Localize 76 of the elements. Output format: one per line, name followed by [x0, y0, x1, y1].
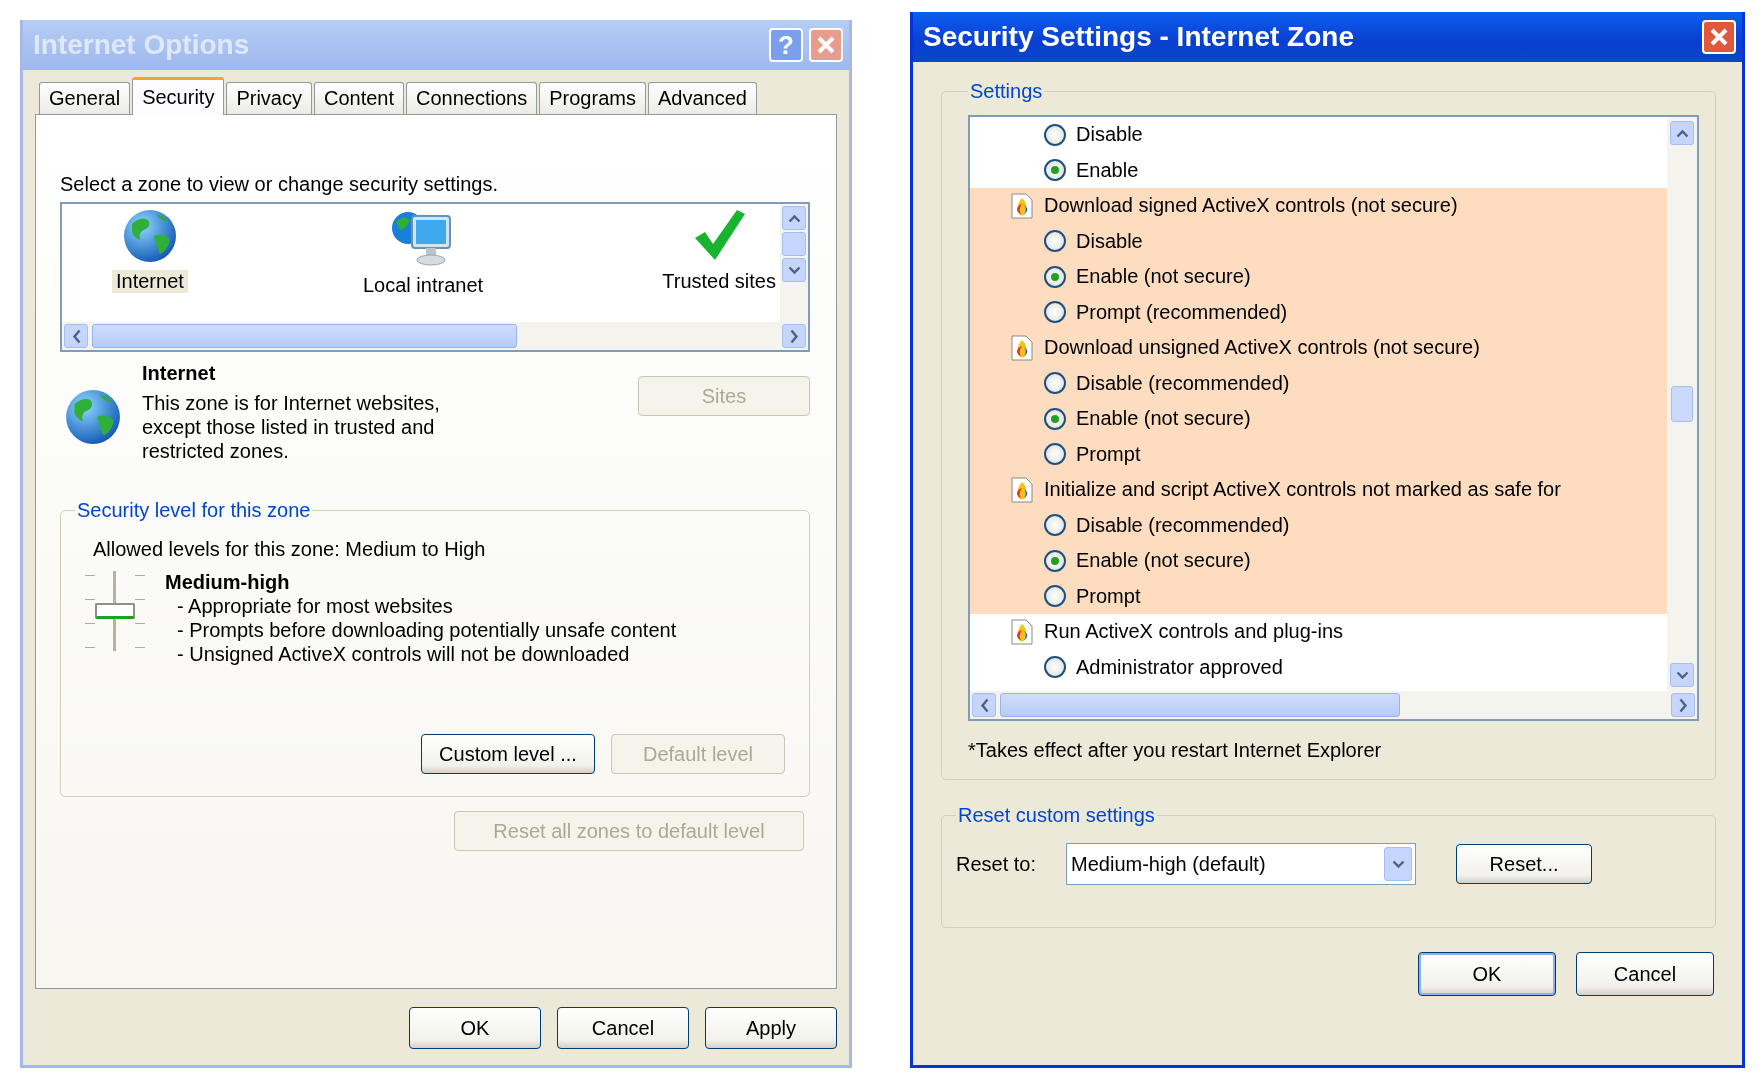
window-title: Internet Options	[33, 29, 251, 61]
scroll-up-button[interactable]	[782, 206, 806, 230]
option-label[interactable]: Enable (not secure)	[1076, 265, 1251, 289]
option-label[interactable]: Prompt	[1076, 442, 1141, 466]
scroll-left-button[interactable]	[64, 324, 88, 348]
scrollbar-thumb[interactable]	[782, 232, 806, 256]
chevron-down-icon	[1675, 670, 1689, 680]
reset-dropdown[interactable]: Medium-high (default)	[1066, 843, 1417, 885]
option-label[interactable]: Disable	[1076, 229, 1143, 253]
ok-button[interactable]: OK	[1418, 952, 1556, 996]
radio-button[interactable]	[1044, 123, 1066, 146]
chevron-down-icon	[787, 265, 801, 275]
scroll-down-button[interactable]	[782, 258, 806, 282]
chevron-down-icon	[1391, 859, 1405, 869]
zone-item[interactable]: Local intranet	[359, 274, 488, 297]
option-label[interactable]: Enable (not secure)	[1076, 407, 1251, 431]
chevron-right-icon	[789, 328, 799, 344]
option-label[interactable]: Enable (not secure)	[1076, 549, 1251, 573]
slider-thumb[interactable]	[95, 603, 135, 619]
scroll-up-button[interactable]	[1670, 121, 1694, 145]
radio-button[interactable]	[1044, 514, 1066, 537]
scroll-down-button[interactable]	[1670, 663, 1694, 687]
close-button[interactable]	[1702, 20, 1736, 54]
setting-heading: Initialize and script ActiveX controls not marked as safe for	[1044, 478, 1561, 502]
option-label[interactable]: Prompt	[1076, 584, 1141, 608]
chevron-up-icon	[787, 213, 801, 223]
close-icon	[1709, 27, 1729, 47]
radio-button[interactable]	[1044, 443, 1066, 466]
zone-description: This zone is for Internet websites, except those listed in trusted and restricted zones.	[142, 391, 441, 463]
globe-icon	[64, 388, 122, 446]
setting-heading: Download unsigned ActiveX controls (not secure)	[1044, 336, 1480, 360]
chevron-left-icon	[979, 697, 989, 713]
scroll-left-button[interactable]	[972, 693, 996, 717]
radio-button[interactable]	[1044, 549, 1066, 572]
security-slider[interactable]	[85, 571, 145, 651]
level-description: - Appropriate for most websites	[177, 594, 454, 618]
radio-button[interactable]	[1044, 265, 1066, 288]
allowed-levels-text: Allowed levels for this zone: Medium to High	[93, 538, 487, 561]
level-description: - Prompts before downloading potentially unsafe content	[177, 618, 677, 642]
reset-label: Reset to:	[956, 852, 1037, 876]
close-icon	[816, 35, 836, 55]
zone-item[interactable]: Internet	[112, 270, 188, 293]
group-title: Settings	[969, 80, 1044, 103]
radio-button[interactable]	[1044, 372, 1066, 395]
radio-button[interactable]	[1044, 301, 1066, 324]
chevron-right-icon	[1678, 697, 1688, 713]
zone-prompt: Select a zone to view or change security settings.	[60, 173, 499, 196]
window-title: Security Settings - Internet Zone	[923, 21, 1355, 53]
radio-button[interactable]	[1044, 585, 1066, 608]
scrollbar-thumb[interactable]	[1000, 693, 1401, 717]
group-title: Reset custom settings	[957, 804, 1156, 827]
zone-title: Internet	[142, 362, 217, 385]
radio-button[interactable]	[1044, 159, 1066, 182]
option-label[interactable]: Administrator approved	[1076, 655, 1283, 679]
option-label[interactable]: Enable	[1076, 158, 1139, 182]
level-description: - Unsigned ActiveX controls will not be downloaded	[177, 642, 631, 666]
scroll-right-button[interactable]	[1671, 693, 1695, 717]
chevron-left-icon	[71, 328, 81, 344]
cancel-button[interactable]: Cancel	[1576, 952, 1714, 996]
chevron-up-icon	[1675, 128, 1689, 138]
setting-heading: Run ActiveX controls and plug-ins	[1044, 620, 1344, 644]
group-title: Security level for this zone	[76, 499, 312, 522]
scroll-right-button[interactable]	[782, 324, 806, 348]
globe-icon	[121, 208, 178, 264]
scrollbar-thumb[interactable]	[1671, 386, 1693, 422]
reset-button[interactable]: Reset...	[1456, 844, 1593, 884]
scrollbar-thumb[interactable]	[92, 324, 518, 348]
option-label[interactable]: Disable	[1076, 123, 1143, 147]
setting-heading: Download signed ActiveX controls (not secure)	[1044, 194, 1458, 218]
zone-item[interactable]: Trusted sites	[658, 270, 780, 293]
custom-level-button[interactable]: Custom level ...	[421, 734, 595, 774]
radio-button[interactable]	[1044, 230, 1066, 253]
radio-button[interactable]	[1044, 656, 1066, 679]
restart-note: *Takes effect after you restart Internet Explorer	[968, 739, 1383, 762]
level-name: Medium-high	[165, 571, 291, 594]
radio-button[interactable]	[1044, 407, 1066, 430]
